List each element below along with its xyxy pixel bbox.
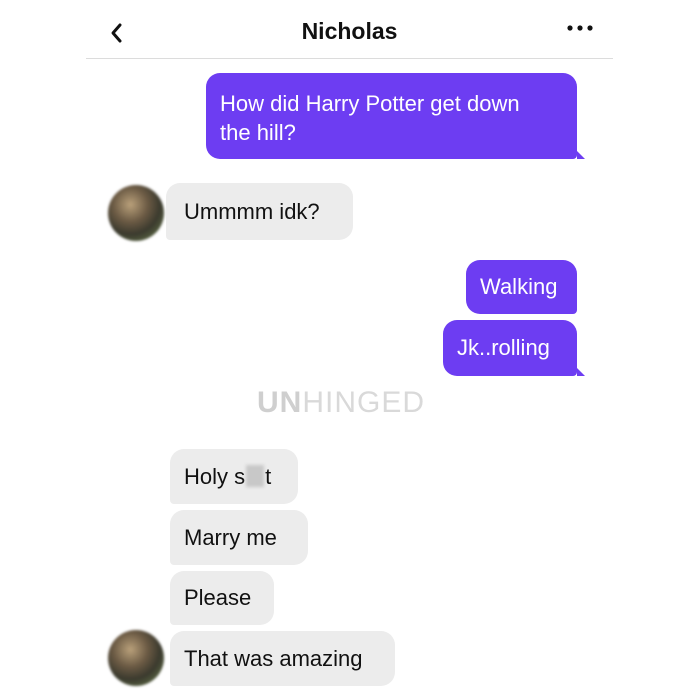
contact-name: Nicholas bbox=[301, 18, 398, 44]
message-text: That was amazing bbox=[184, 646, 363, 671]
message-text: Marry me bbox=[184, 525, 277, 550]
outgoing-message[interactable]: Walking bbox=[466, 260, 577, 314]
incoming-message[interactable]: Ummmm idk? bbox=[166, 183, 353, 240]
incoming-message[interactable]: Please bbox=[170, 571, 274, 625]
watermark: UNHINGED bbox=[257, 386, 425, 420]
incoming-message[interactable]: Marry me bbox=[170, 510, 308, 565]
message-text-line: How did Harry Potter get down bbox=[220, 91, 520, 116]
message-text: t bbox=[265, 464, 272, 489]
watermark-bold: UN bbox=[257, 386, 303, 419]
avatar bbox=[108, 630, 164, 686]
outgoing-message[interactable]: Jk..rolling bbox=[443, 320, 577, 376]
message-text: Holy s bbox=[184, 464, 246, 489]
message-text: Walking bbox=[480, 274, 558, 299]
bubble-tail bbox=[577, 368, 585, 376]
avatar bbox=[108, 185, 164, 241]
bubble-tail bbox=[577, 151, 585, 159]
incoming-message[interactable]: That was amazing bbox=[170, 631, 395, 686]
message-text-line: the hill? bbox=[220, 120, 296, 145]
outgoing-message[interactable]: How did Harry Potter get down the hill? bbox=[206, 73, 577, 159]
incoming-message[interactable]: Holy s t bbox=[170, 449, 298, 504]
more-horizontal-icon bbox=[567, 25, 593, 31]
chat-header: Nicholas bbox=[86, 0, 613, 59]
watermark-rest: HINGED bbox=[302, 386, 426, 419]
censor-blur bbox=[246, 465, 265, 487]
message-text: Please bbox=[184, 585, 252, 610]
message-text: Ummmm idk? bbox=[184, 199, 320, 224]
message-text: Jk..rolling bbox=[457, 335, 550, 360]
more-options-button[interactable] bbox=[565, 18, 595, 38]
